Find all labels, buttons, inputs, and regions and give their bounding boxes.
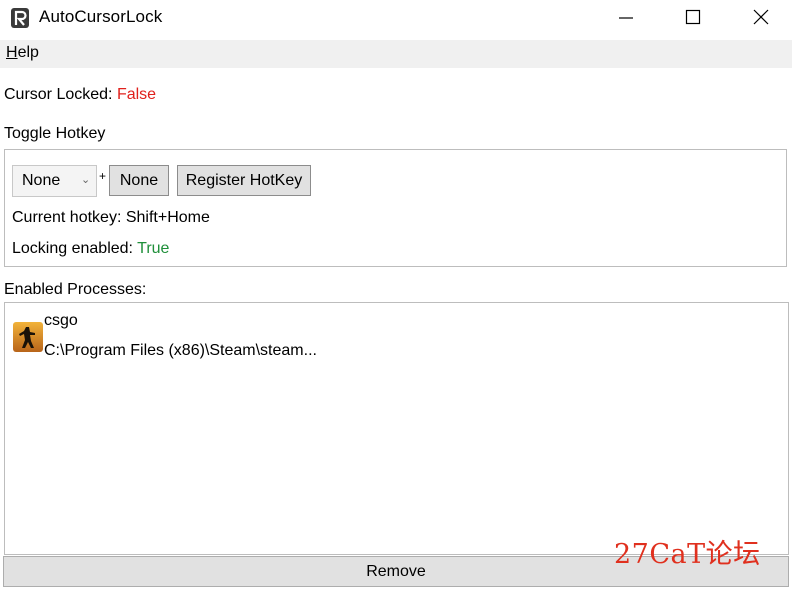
modifier-selected-value: None xyxy=(22,172,61,189)
locking-enabled-status: Locking enabled: True xyxy=(12,240,169,258)
register-hotkey-button[interactable]: Register HotKey xyxy=(177,165,311,196)
cursor-locked-status: Cursor Locked: False xyxy=(4,86,156,104)
minimize-button[interactable] xyxy=(603,0,649,34)
plus-sign: + xyxy=(99,169,107,183)
maximize-icon xyxy=(685,9,701,25)
maximize-button[interactable] xyxy=(670,0,716,34)
locking-enabled-value: True xyxy=(137,240,170,257)
csgo-icon xyxy=(13,322,43,352)
locking-enabled-label: Locking enabled: xyxy=(12,240,138,257)
close-button[interactable] xyxy=(738,0,784,34)
watermark-logo: 27CaT论坛 xyxy=(614,539,761,570)
menu-item-help[interactable]: Help xyxy=(6,44,39,62)
process-list[interactable] xyxy=(4,302,789,555)
help-accelerator: H xyxy=(6,44,18,61)
title-bar: AutoCursorLock xyxy=(0,0,792,36)
help-label: elp xyxy=(17,44,39,61)
lock-app-icon xyxy=(11,8,29,28)
process-path: C:\Program Files (x86)\Steam\steam... xyxy=(44,342,317,359)
enabled-processes-label: Enabled Processes: xyxy=(4,281,147,298)
cursor-locked-value: False xyxy=(116,86,157,103)
close-icon xyxy=(753,9,769,25)
toggle-hotkey-label: Toggle Hotkey xyxy=(4,125,106,142)
cursor-locked-label: Cursor Locked: xyxy=(4,86,117,103)
chevron-down-icon: ⌄ xyxy=(81,174,91,186)
process-name: csgo xyxy=(44,312,78,329)
hotkey-key-button[interactable]: None xyxy=(109,165,169,196)
minimize-icon xyxy=(619,17,633,19)
current-hotkey-text: Current hotkey: Shift+Home xyxy=(12,209,210,226)
modifier-dropdown[interactable]: None ⌄ xyxy=(12,165,97,197)
menu-bar: Help xyxy=(0,40,792,68)
window-title: AutoCursorLock xyxy=(39,7,163,26)
